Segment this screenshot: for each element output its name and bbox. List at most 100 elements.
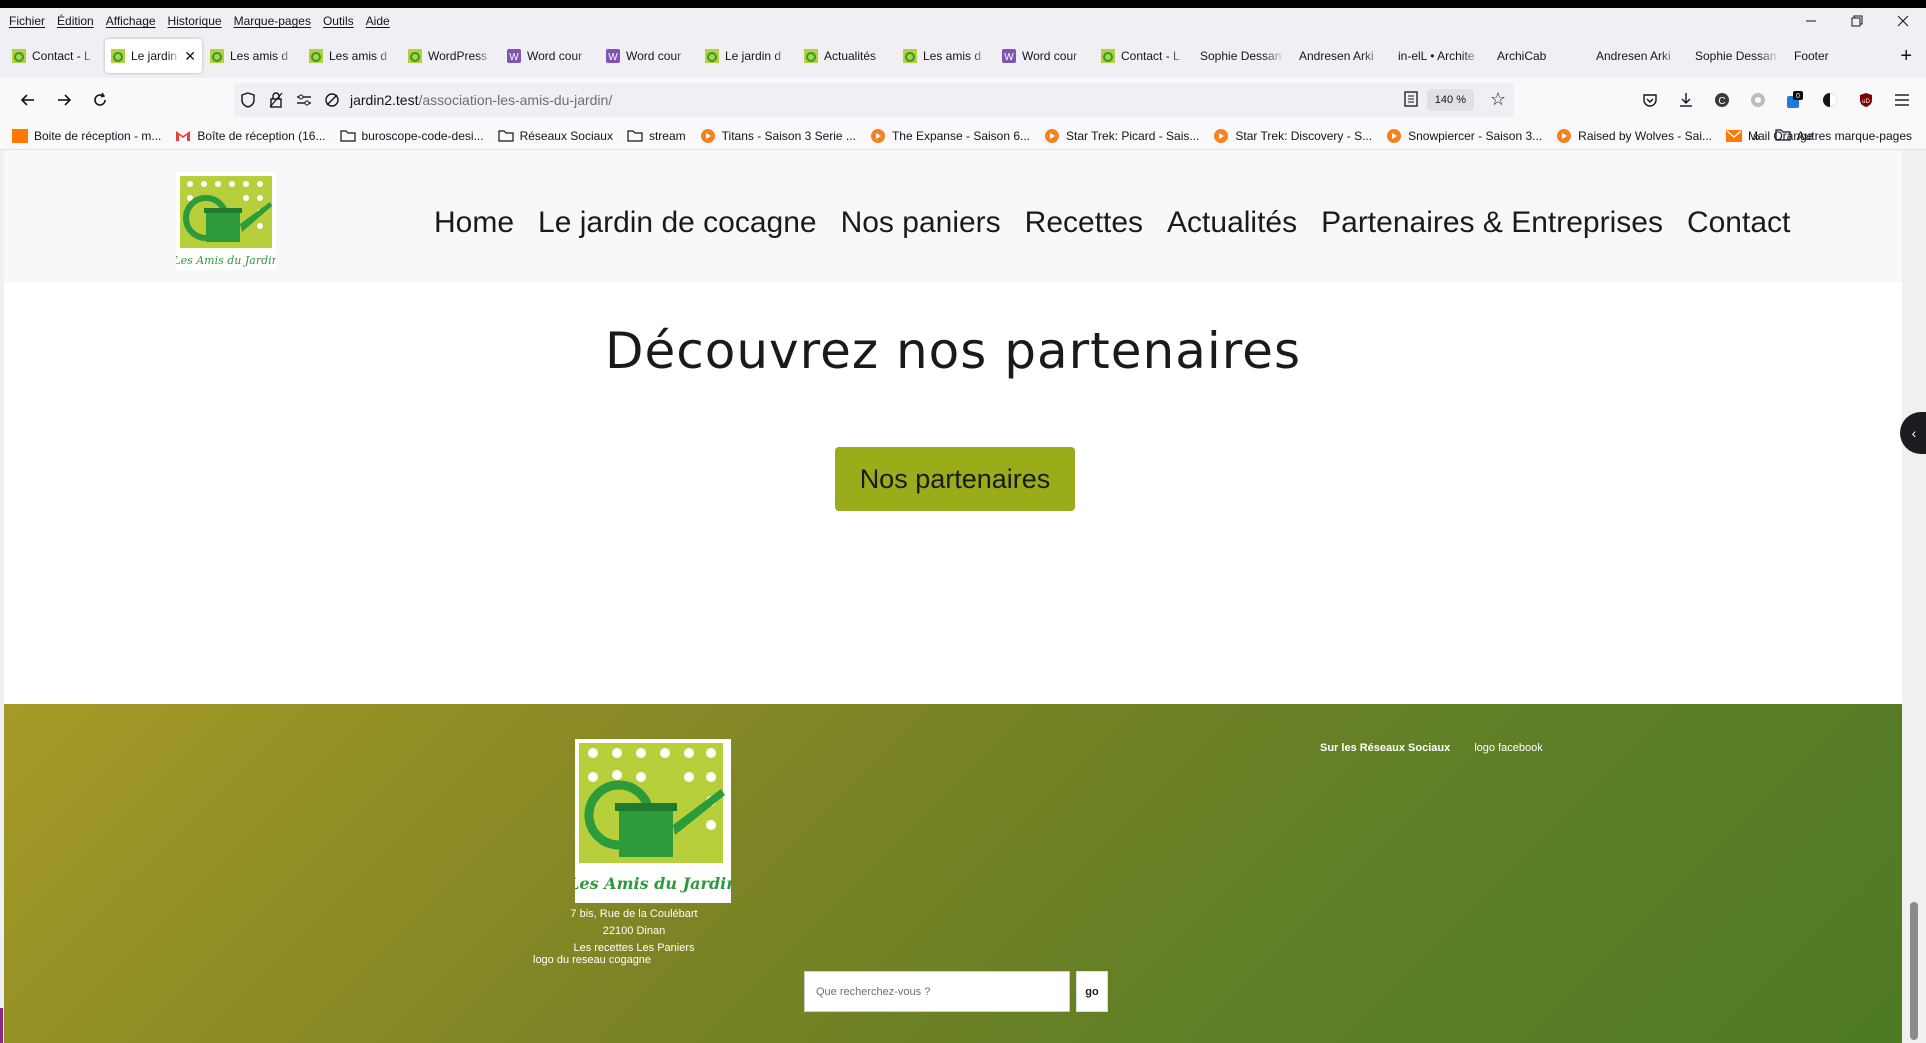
tab-active[interactable]: Le jardin d ✕	[105, 39, 202, 73]
tab[interactable]: Les amis d	[204, 39, 301, 73]
facebook-logo-alt[interactable]: logo facebook	[1474, 742, 1543, 754]
tab[interactable]: Andresen Arki	[1293, 39, 1390, 73]
site-logo[interactable]: Les Amis du Jardin	[172, 172, 279, 270]
tab-label: Contact - L	[32, 49, 91, 63]
tab[interactable]: in-elL • Archite	[1392, 39, 1489, 73]
site-logo-text: Les Amis du Jardin	[176, 254, 276, 267]
tab[interactable]: W Word cour	[501, 39, 598, 73]
tab[interactable]: Sophie Dessan	[1194, 39, 1291, 73]
nav-nos-paniers[interactable]: Nos paniers	[841, 206, 1001, 240]
cogagne-logo-alt[interactable]: logo du reseau cogagne	[533, 954, 651, 966]
menu-historique[interactable]: Historique	[162, 14, 228, 28]
tab[interactable]: Le jardin d	[699, 39, 796, 73]
menu-affichage[interactable]: Affichage	[100, 14, 162, 28]
woo-favicon-icon: W	[1002, 49, 1016, 63]
new-tab-button[interactable]: +	[1900, 34, 1912, 78]
zoom-level-badge[interactable]: 140 %	[1426, 89, 1474, 111]
reload-button[interactable]	[82, 84, 118, 116]
menu-marque-pages[interactable]: Marque-pages	[228, 14, 317, 28]
play-icon	[1213, 128, 1229, 143]
ublock-icon[interactable]: uD	[1848, 84, 1884, 116]
bookmark-item[interactable]: Titans - Saison 3 Serie ...	[700, 128, 856, 143]
tab-label: Sophie Dessan	[1200, 49, 1282, 63]
nav-actualites[interactable]: Actualités	[1167, 206, 1297, 240]
tab[interactable]: W Word cour	[600, 39, 697, 73]
url-bar[interactable]: jardin2.test/association-les-amis-du-jar…	[234, 83, 1514, 117]
forward-button[interactable]	[46, 84, 82, 116]
tab[interactable]: Footer	[1788, 39, 1885, 73]
close-tab-icon[interactable]: ✕	[184, 48, 196, 65]
shield-icon[interactable]	[234, 92, 262, 108]
bookmark-item[interactable]: Boîte de réception (16...	[175, 129, 326, 143]
play-icon	[700, 128, 716, 143]
restore-icon	[1851, 15, 1863, 27]
tab-label: Les amis d	[329, 49, 388, 63]
bookmark-item[interactable]: Star Trek: Discovery - S...	[1213, 128, 1372, 143]
chevron-double-right-icon[interactable]: »	[1753, 128, 1761, 144]
footer-logo[interactable]: Les Amis du Jardin	[567, 739, 738, 903]
tracking-off-icon[interactable]	[318, 92, 346, 108]
nav-contact[interactable]: Contact	[1687, 206, 1790, 240]
bookmarks-overflow: » Autres marque-pages	[1753, 122, 1912, 150]
bookmark-item[interactable]: The Expanse - Saison 6...	[870, 128, 1030, 143]
bookmark-item[interactable]: stream	[627, 129, 686, 143]
tab[interactable]: Contact - L	[1095, 39, 1192, 73]
bookmark-label: Raised by Wolves - Sai...	[1578, 128, 1712, 143]
svg-text:0: 0	[1796, 93, 1800, 100]
nav-home[interactable]: Home	[434, 206, 514, 240]
hamburger-menu-icon[interactable]	[1884, 84, 1920, 116]
tab[interactable]: Contact - L	[6, 39, 103, 73]
pocket-icon[interactable]	[1632, 84, 1668, 116]
mail-orange-icon	[12, 128, 28, 143]
nav-recettes[interactable]: Recettes	[1025, 206, 1143, 240]
extension-dark-icon[interactable]	[1812, 84, 1848, 116]
footer-search-input[interactable]: Que recherchez-vous ?	[804, 971, 1070, 1012]
footer-search-button[interactable]: go	[1076, 971, 1108, 1012]
site-favicon-icon	[705, 49, 719, 63]
partners-button[interactable]: Nos partenaires	[835, 447, 1075, 511]
bookmark-item[interactable]: Snowpiercer - Saison 3...	[1386, 128, 1542, 143]
extension-badge-icon[interactable]: 0	[1776, 84, 1812, 116]
back-button[interactable]	[10, 84, 46, 116]
download-icon[interactable]	[1668, 84, 1704, 116]
tab-label: ArchiCab	[1497, 49, 1547, 63]
tab[interactable]: Sophie Dessan	[1689, 39, 1786, 73]
tab-label: in-elL • Archite	[1398, 49, 1475, 63]
bookmark-item[interactable]: Réseaux Sociaux	[497, 129, 613, 143]
web-page: Les Amis du Jardin Home Le jardin de coc…	[4, 150, 1902, 1043]
menu-outils[interactable]: Outils	[317, 14, 360, 28]
footer-links[interactable]: Les recettes Les Paniers	[524, 942, 744, 954]
bookmark-star-icon[interactable]: ☆	[1490, 89, 1506, 110]
nav-partenaires[interactable]: Partenaires & Entreprises	[1321, 206, 1663, 240]
github-icon[interactable]	[1740, 84, 1776, 116]
menu-fichier[interactable]: Fichier	[0, 14, 51, 28]
reader-view-icon[interactable]	[1404, 91, 1418, 110]
svg-text:W: W	[1004, 52, 1014, 63]
permissions-icon[interactable]	[290, 93, 318, 107]
extension-c-icon[interactable]: C	[1704, 84, 1740, 116]
tab[interactable]: Actualités	[798, 39, 895, 73]
bookmark-item[interactable]: Boite de réception - m...	[12, 128, 161, 143]
tab[interactable]: WordPress	[402, 39, 499, 73]
tab[interactable]: ArchiCab	[1491, 39, 1588, 73]
close-window-button[interactable]	[1880, 8, 1926, 34]
tab[interactable]: Les amis d	[897, 39, 994, 73]
tab[interactable]: Les amis d	[303, 39, 400, 73]
tab[interactable]: Andresen Arki	[1590, 39, 1687, 73]
site-header: Les Amis du Jardin Home Le jardin de coc…	[4, 150, 1902, 282]
bookmark-item[interactable]: Star Trek: Picard - Sais...	[1044, 128, 1199, 143]
arrow-left-icon	[20, 94, 34, 106]
menu-aide[interactable]: Aide	[360, 14, 396, 28]
bookmark-item[interactable]: Raised by Wolves - Sai...	[1556, 128, 1712, 143]
other-bookmarks-label[interactable]: Autres marque-pages	[1797, 129, 1912, 143]
page-headline: Découvrez nos partenaires	[605, 322, 1301, 380]
nav-le-jardin[interactable]: Le jardin de cocagne	[538, 206, 817, 240]
tab[interactable]: W Word cour	[996, 39, 1093, 73]
page-scrollbar-thumb[interactable]	[1910, 902, 1918, 1040]
reload-icon	[94, 92, 106, 106]
restore-button[interactable]	[1834, 8, 1880, 34]
menu-edition[interactable]: Édition	[51, 14, 100, 28]
bookmark-item[interactable]: buroscope-code-desi...	[339, 129, 484, 143]
lock-insecure-icon[interactable]	[262, 92, 290, 108]
minimize-button[interactable]	[1788, 8, 1834, 34]
